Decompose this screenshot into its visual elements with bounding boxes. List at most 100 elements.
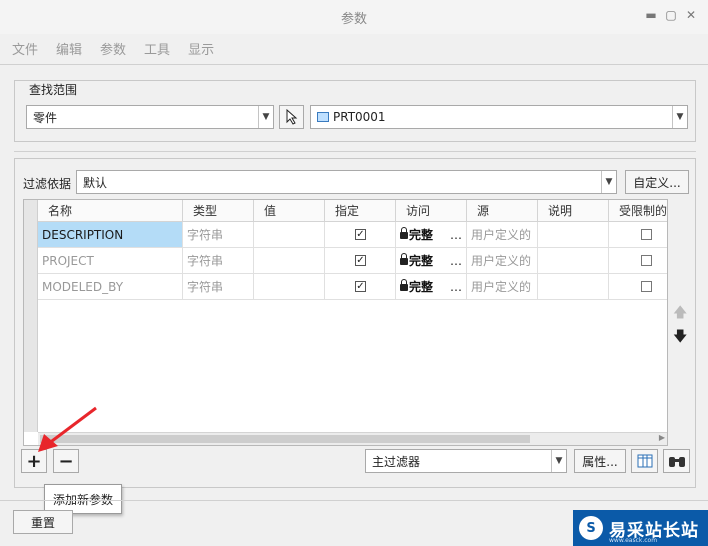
- menu-bar: 文件 编辑 参数 工具 显示: [0, 36, 708, 60]
- annotation-arrow: [38, 406, 97, 452]
- designate-checkbox[interactable]: ✓: [355, 281, 366, 292]
- chevron-down-icon: ▼: [601, 171, 616, 193]
- cell-source[interactable]: 用户定义的: [467, 274, 538, 300]
- window-title: 参数: [340, 11, 367, 27]
- lock-icon: [400, 253, 408, 265]
- filter-value: 默认: [83, 175, 108, 190]
- cell-restricted[interactable]: [609, 248, 667, 274]
- site-watermark: S 易采站长站 www.easck.com: [573, 510, 708, 546]
- column-header-source[interactable]: 源: [467, 200, 538, 222]
- divider: [0, 500, 708, 501]
- chevron-down-icon: ▼: [672, 106, 687, 128]
- close-icon[interactable]: ✕: [684, 8, 698, 22]
- designate-checkbox[interactable]: ✓: [355, 255, 366, 266]
- column-header-name[interactable]: 名称: [38, 200, 183, 222]
- cell-description[interactable]: [538, 222, 609, 248]
- cell-source[interactable]: 用户定义的: [467, 222, 538, 248]
- horizontal-scrollbar[interactable]: ▶: [38, 432, 667, 445]
- title-bar: 参数 ▬ ▢ ✕: [0, 0, 708, 34]
- parameters-table: 名称 类型 值 指定 访问 源 说明 受限制的 DESCRIPTION 字符串 …: [23, 199, 668, 446]
- access-value: 完整: [409, 254, 434, 268]
- restricted-checkbox[interactable]: [641, 281, 652, 292]
- scroll-right-icon[interactable]: ▶: [659, 433, 665, 442]
- cursor-arrow-icon: [286, 109, 297, 125]
- cell-source[interactable]: 用户定义的: [467, 248, 538, 274]
- more-ellipsis[interactable]: …: [450, 248, 462, 273]
- cell-type[interactable]: 字符串: [183, 222, 254, 248]
- column-header-description[interactable]: 说明: [538, 200, 609, 222]
- column-header-value[interactable]: 值: [254, 200, 325, 222]
- table-header: 名称 类型 值 指定 访问 源 说明 受限制的: [38, 200, 667, 222]
- cell-access[interactable]: 完整 …: [396, 222, 467, 248]
- cell-access[interactable]: 完整 …: [396, 248, 467, 274]
- cell-name[interactable]: MODELED_BY: [38, 274, 183, 300]
- row-header-column: [24, 200, 38, 432]
- menu-tools[interactable]: 工具: [144, 39, 170, 58]
- lock-icon: [400, 227, 408, 239]
- main-filter-value: 主过滤器: [372, 454, 421, 469]
- part-value: PRT0001: [333, 110, 386, 124]
- column-header-restricted[interactable]: 受限制的: [609, 200, 667, 222]
- column-header-access[interactable]: 访问: [396, 200, 467, 222]
- cell-restricted[interactable]: [609, 222, 667, 248]
- move-down-icon[interactable]: 🡇: [673, 326, 687, 350]
- cell-description[interactable]: [538, 248, 609, 274]
- properties-button[interactable]: 属性...: [574, 449, 626, 473]
- access-value: 完整: [409, 228, 434, 242]
- watermark-logo-icon: S: [579, 516, 603, 540]
- maximize-icon[interactable]: ▢: [664, 8, 678, 22]
- menu-edit[interactable]: 编辑: [56, 39, 82, 58]
- menu-display[interactable]: 显示: [188, 39, 214, 58]
- binoculars-icon: [668, 457, 685, 467]
- table-row[interactable]: DESCRIPTION 字符串 ✓ 完整 … 用户定义的: [38, 222, 667, 248]
- cell-access[interactable]: 完整 …: [396, 274, 467, 300]
- cell-designate[interactable]: ✓: [325, 222, 396, 248]
- cell-value[interactable]: [254, 248, 325, 274]
- cell-restricted[interactable]: [609, 274, 667, 300]
- customize-button[interactable]: 自定义...: [625, 170, 689, 194]
- cell-value[interactable]: [254, 222, 325, 248]
- table-row[interactable]: PROJECT 字符串 ✓ 完整 … 用户定义的: [38, 248, 667, 274]
- cell-name[interactable]: DESCRIPTION: [38, 222, 183, 248]
- find-button[interactable]: [663, 449, 690, 473]
- menu-parameters[interactable]: 参数: [100, 39, 126, 58]
- move-up-icon[interactable]: 🡅: [673, 302, 687, 326]
- designate-checkbox[interactable]: ✓: [355, 229, 366, 240]
- cell-description[interactable]: [538, 274, 609, 300]
- divider: [0, 64, 708, 65]
- cell-type[interactable]: 字符串: [183, 248, 254, 274]
- chevron-down-icon: ▼: [258, 106, 273, 128]
- lock-icon: [400, 279, 408, 291]
- window-controls: ▬ ▢ ✕: [644, 8, 698, 22]
- access-value: 完整: [409, 280, 434, 294]
- cell-name[interactable]: PROJECT: [38, 248, 183, 274]
- filter-label: 过滤依据: [23, 177, 72, 191]
- cell-value[interactable]: [254, 274, 325, 300]
- column-header-designate[interactable]: 指定: [325, 200, 396, 222]
- select-pointer-button[interactable]: [279, 105, 304, 129]
- cell-type[interactable]: 字符串: [183, 274, 254, 300]
- cell-designate[interactable]: ✓: [325, 274, 396, 300]
- table-row[interactable]: MODELED_BY 字符串 ✓ 完整 … 用户定义的: [38, 274, 667, 300]
- menu-file[interactable]: 文件: [12, 39, 38, 58]
- restricted-checkbox[interactable]: [641, 255, 652, 266]
- part-dropdown[interactable]: PRT0001 ▼: [310, 105, 688, 129]
- minimize-icon[interactable]: ▬: [644, 8, 658, 22]
- cell-designate[interactable]: ✓: [325, 248, 396, 274]
- scope-type-value: 零件: [33, 110, 58, 125]
- watermark-subtext: www.easck.com: [609, 537, 658, 544]
- part-icon: [317, 112, 329, 122]
- column-header-type[interactable]: 类型: [183, 200, 254, 222]
- table-columns-button[interactable]: [631, 449, 658, 473]
- divider: [14, 151, 696, 152]
- more-ellipsis[interactable]: …: [450, 222, 462, 247]
- reset-button[interactable]: 重置: [13, 510, 73, 534]
- chevron-down-icon: ▼: [551, 450, 566, 472]
- more-ellipsis[interactable]: …: [450, 274, 462, 299]
- scope-legend: 查找范围: [26, 81, 81, 98]
- main-filter-dropdown[interactable]: 主过滤器 ▼: [365, 449, 567, 473]
- scope-type-dropdown[interactable]: 零件 ▼: [26, 105, 274, 129]
- filter-dropdown[interactable]: 默认 ▼: [76, 170, 617, 194]
- restricted-checkbox[interactable]: [641, 229, 652, 240]
- scrollbar-thumb[interactable]: [40, 435, 530, 443]
